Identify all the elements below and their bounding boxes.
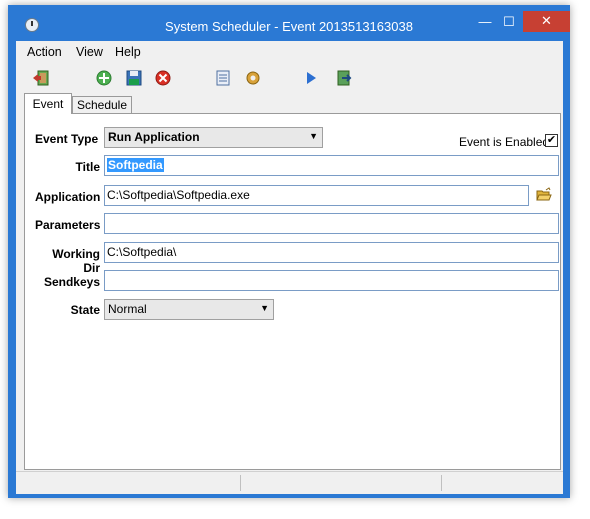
state-select[interactable]: Normal ▼ bbox=[104, 299, 274, 320]
list-icon[interactable] bbox=[214, 69, 232, 87]
event-enabled-checkbox[interactable]: ✔ bbox=[545, 134, 558, 147]
play-icon[interactable] bbox=[302, 69, 320, 87]
title-field[interactable]: Softpedia bbox=[104, 155, 559, 176]
export-icon[interactable] bbox=[335, 69, 353, 87]
chevron-down-icon: ▼ bbox=[260, 303, 269, 313]
sendkeys-field[interactable] bbox=[104, 270, 559, 291]
settings-icon[interactable] bbox=[244, 69, 262, 87]
parameters-label: Parameters bbox=[35, 218, 101, 232]
save-icon[interactable] bbox=[125, 69, 143, 87]
title-bar[interactable]: System Scheduler - Event 2013513163038 —… bbox=[8, 5, 570, 41]
folder-open-icon[interactable] bbox=[536, 187, 552, 203]
tab-event[interactable]: Event bbox=[24, 93, 72, 114]
title-label: Title bbox=[75, 160, 100, 174]
status-divider bbox=[240, 475, 241, 491]
status-bar bbox=[16, 471, 563, 494]
tab-schedule[interactable]: Schedule bbox=[72, 96, 132, 114]
maximize-button[interactable]: ☐ bbox=[495, 12, 523, 32]
event-type-label: Event Type bbox=[35, 132, 99, 146]
title-value: Softpedia bbox=[107, 158, 164, 172]
toolbar bbox=[16, 64, 563, 92]
event-panel: Event Type Run Application ▼ Event is En… bbox=[24, 113, 561, 470]
working-dir-label: Working Dir bbox=[52, 247, 100, 275]
delete-icon[interactable] bbox=[154, 69, 172, 87]
menu-bar: Action View Help bbox=[16, 41, 563, 63]
tab-strip: Event Schedule bbox=[16, 92, 563, 114]
chevron-down-icon: ▼ bbox=[309, 131, 318, 141]
client-area: Action View Help Event Schedule Event Ty… bbox=[16, 41, 563, 494]
menu-view[interactable]: View bbox=[76, 45, 103, 59]
exit-icon[interactable] bbox=[32, 69, 50, 87]
app-window: System Scheduler - Event 2013513163038 —… bbox=[8, 5, 570, 498]
sendkeys-label: Sendkeys bbox=[43, 275, 100, 289]
parameters-field[interactable] bbox=[104, 213, 559, 234]
event-type-select[interactable]: Run Application ▼ bbox=[104, 127, 323, 148]
working-dir-field[interactable]: C:\Softpedia\ bbox=[104, 242, 559, 263]
menu-action[interactable]: Action bbox=[27, 45, 62, 59]
close-button[interactable]: ✕ bbox=[523, 11, 570, 32]
event-type-value: Run Application bbox=[108, 130, 200, 144]
state-label: State bbox=[70, 303, 100, 317]
event-enabled-label: Event is Enabled bbox=[459, 135, 550, 149]
application-label: Application bbox=[35, 190, 101, 204]
add-event-icon[interactable] bbox=[95, 69, 113, 87]
status-divider bbox=[441, 475, 442, 491]
menu-help[interactable]: Help bbox=[115, 45, 141, 59]
state-value: Normal bbox=[108, 302, 147, 316]
application-field[interactable]: C:\Softpedia\Softpedia.exe bbox=[104, 185, 529, 206]
